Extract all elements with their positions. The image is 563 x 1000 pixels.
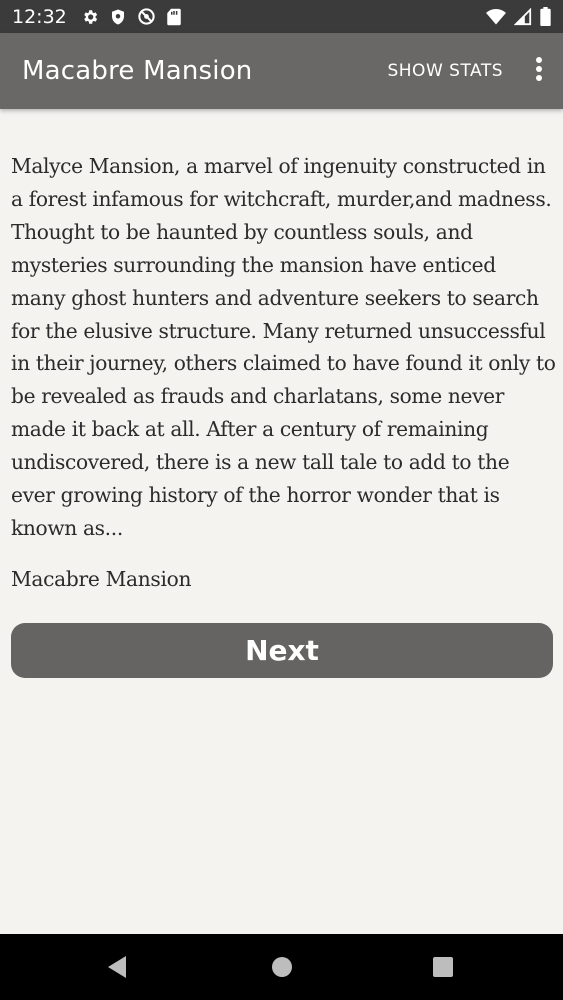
wifi-icon — [486, 8, 506, 26]
status-bar: 12:32 — [0, 0, 563, 33]
navigation-bar — [0, 934, 563, 1000]
cell-signal-icon — [514, 7, 532, 26]
status-notification-icons — [81, 7, 182, 26]
story-title: Macabre Mansion — [11, 566, 192, 591]
show-stats-button[interactable]: SHOW STATS — [379, 51, 511, 91]
status-time: 12:32 — [12, 5, 67, 28]
home-circle-icon[interactable] — [271, 956, 293, 983]
story-text: Malyce Mansion, a marvel of ingenuity co… — [11, 154, 556, 540]
settings-gear-icon — [81, 8, 99, 26]
battery-icon — [540, 7, 551, 26]
overflow-menu-button[interactable] — [515, 41, 563, 101]
sd-card-icon — [166, 8, 182, 26]
vpn-key-icon — [137, 7, 156, 26]
app-bar: Macabre Mansion SHOW STATS — [0, 33, 563, 109]
back-triangle-icon[interactable] — [106, 954, 128, 985]
shield-icon — [109, 8, 127, 26]
status-system-icons — [486, 7, 551, 26]
more-vert-icon — [535, 56, 543, 87]
app-title: Macabre Mansion — [22, 56, 253, 86]
recents-square-icon[interactable] — [432, 956, 454, 983]
story-content: Malyce Mansion, a marvel of ingenuity co… — [11, 150, 556, 595]
next-button[interactable]: Next — [11, 623, 553, 678]
